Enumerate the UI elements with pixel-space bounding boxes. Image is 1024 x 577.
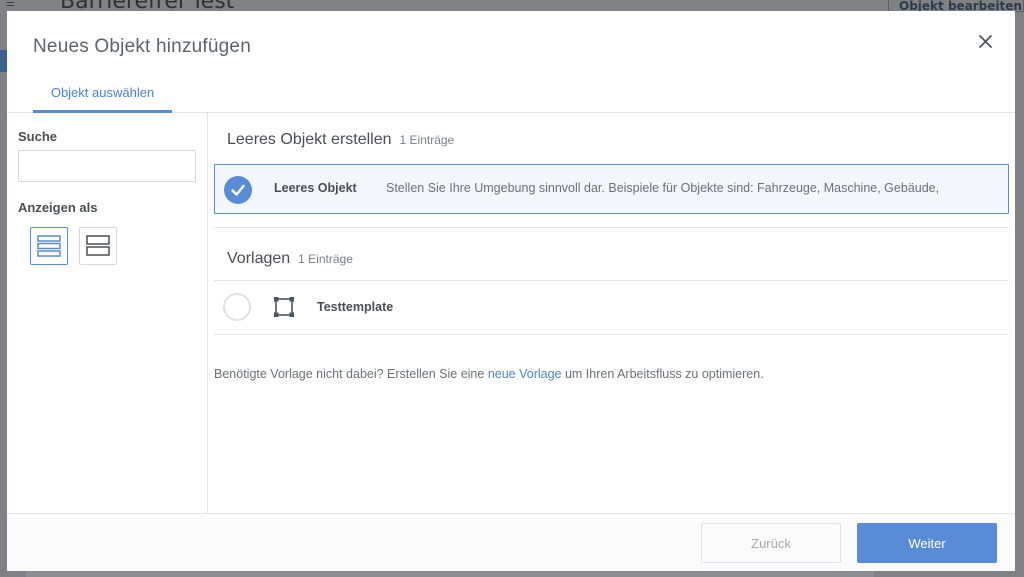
divider — [214, 227, 1009, 228]
section-templates-title: Vorlagen 1 Einträge — [227, 250, 353, 268]
radio-checked[interactable] — [224, 176, 252, 204]
modal-title: Neues Objekt hinzufügen — [33, 36, 251, 57]
search-label: Suche — [18, 129, 58, 144]
bounding-box-icon — [274, 297, 294, 317]
tab-bar: Objekt auswählen — [7, 77, 1015, 113]
item-description: Stellen Sie Ihre Umgebung sinnvoll dar. … — [386, 181, 940, 195]
item-name: Testtemplate — [317, 300, 394, 314]
list-view-icon — [37, 235, 61, 257]
add-object-modal: Neues Objekt hinzufügen Objekt auswählen… — [7, 11, 1015, 571]
section-templates-count: 1 Einträge — [298, 252, 353, 266]
filter-panel: Suche Anzeigen als — [7, 113, 208, 514]
close-icon — [979, 35, 992, 48]
card-view-button[interactable] — [79, 227, 117, 265]
list-item-empty-object[interactable]: Leeres Objekt Stellen Sie Ihre Umgebung … — [214, 164, 1009, 214]
search-input[interactable] — [18, 150, 196, 182]
background-bottom — [26, 570, 874, 577]
divider — [214, 334, 1009, 335]
hint-after: um Ihren Arbeitsfluss zu optimieren. — [561, 367, 764, 381]
background-sidebar-indicator — [0, 50, 7, 72]
back-button[interactable]: Zurück — [701, 523, 841, 563]
tab-select-object[interactable]: Objekt auswählen — [33, 77, 172, 113]
list-view-button[interactable] — [30, 227, 68, 265]
object-list: Leeres Objekt erstellen 1 Einträge Leeres… — [208, 113, 1015, 514]
view-as-label: Anzeigen als — [18, 200, 98, 215]
modal-footer: Zurück Weiter — [7, 513, 1015, 571]
radio-unchecked[interactable] — [223, 293, 251, 321]
next-button[interactable]: Weiter — [857, 523, 997, 563]
hint-text: Benötigte Vorlage nicht dabei? Erstellen… — [214, 367, 764, 381]
section-empty-title: Leeres Objekt erstellen 1 Einträge — [227, 131, 454, 149]
list-item-testtemplate[interactable]: Testtemplate — [214, 282, 1009, 332]
section-empty-title-text: Leeres Objekt erstellen — [227, 131, 392, 148]
menu-icon: ☰ — [6, 0, 15, 9]
section-empty-count: 1 Einträge — [399, 133, 455, 147]
close-button[interactable] — [975, 31, 997, 53]
hint-before: Benötigte Vorlage nicht dabei? Erstellen… — [214, 367, 488, 381]
divider — [214, 280, 1009, 281]
item-name: Leeres Objekt — [274, 181, 357, 195]
new-template-link[interactable]: neue Vorlage — [488, 367, 562, 381]
checkmark-icon — [231, 184, 245, 196]
section-templates-title-text: Vorlagen — [227, 250, 291, 267]
card-view-icon — [86, 235, 110, 256]
